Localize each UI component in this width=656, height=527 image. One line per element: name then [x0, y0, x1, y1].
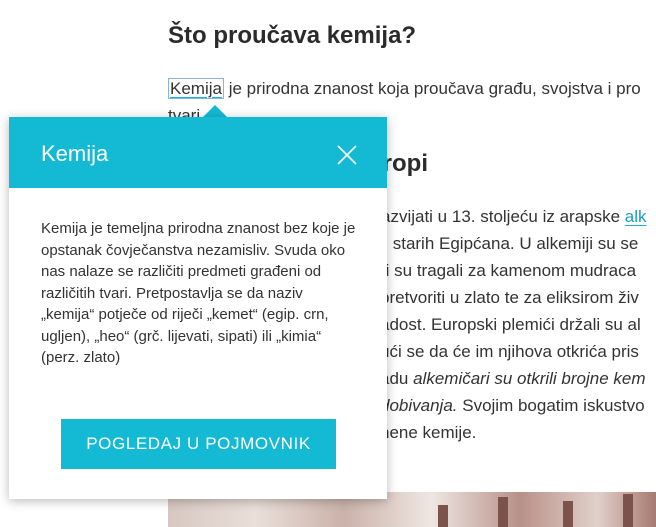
popup-pointer [203, 105, 227, 117]
inline-link-alkemija[interactable]: alk [625, 207, 647, 226]
popup-definition: Kemija je temeljna prirodna znanost bez … [41, 218, 359, 369]
close-icon[interactable] [335, 143, 359, 167]
section-heading-what-chemistry-studies: Što proučava kemija? [168, 22, 417, 49]
glossary-popup: Kemija Kemija je temeljna prirodna znano… [9, 117, 387, 499]
popup-title: Kemija [41, 141, 109, 166]
popup-header: Kemija [9, 117, 387, 188]
glossary-term-kemija[interactable]: Kemija [168, 78, 224, 99]
view-in-glossary-button[interactable]: POGLEDAJ U POJMOVNIK [61, 419, 336, 469]
definition-text: Kemija je temeljna prirodna znanost bez … [41, 220, 356, 366]
paragraph-line: Kemija je prirodna znanost koja proučava… [168, 78, 641, 99]
